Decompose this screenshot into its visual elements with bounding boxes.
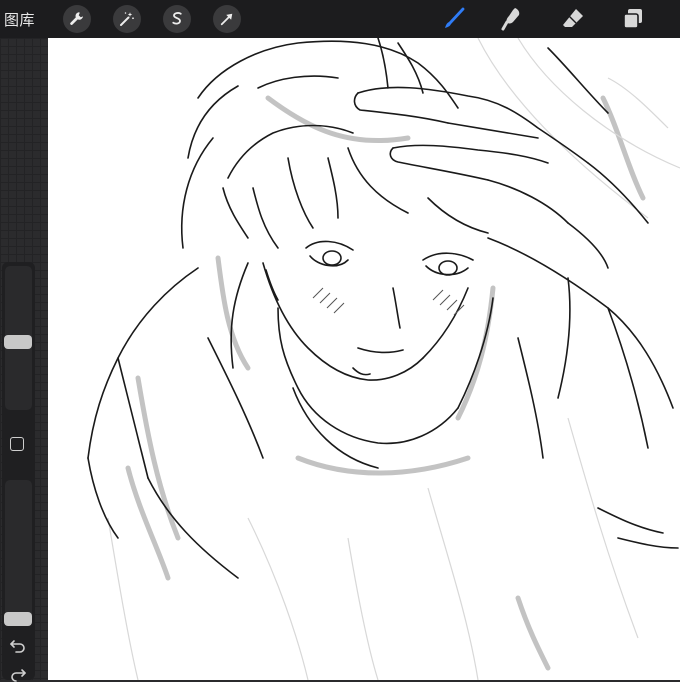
transform-arrow-icon[interactable] [213,5,241,33]
sidebar-panel [2,262,35,682]
gallery-button[interactable]: 图库 [4,9,35,30]
layers-icon[interactable] [620,6,646,32]
opacity-slider-thumb[interactable] [4,612,32,626]
modify-button[interactable] [10,437,24,451]
undo-arrow-icon[interactable] [8,636,28,656]
top-toolbar: 图库 [0,0,680,38]
magic-wand-icon[interactable] [113,5,141,33]
wrench-icon[interactable] [63,5,91,33]
smudge-icon[interactable] [500,6,526,32]
brush-size-slider-thumb[interactable] [4,334,32,349]
eraser-icon[interactable] [560,6,586,32]
opacity-slider[interactable] [5,480,32,626]
brush-icon[interactable] [441,6,467,32]
drawing-canvas[interactable] [48,38,680,680]
selection-icon[interactable] [163,5,191,33]
sketch-drawing [87,38,680,680]
